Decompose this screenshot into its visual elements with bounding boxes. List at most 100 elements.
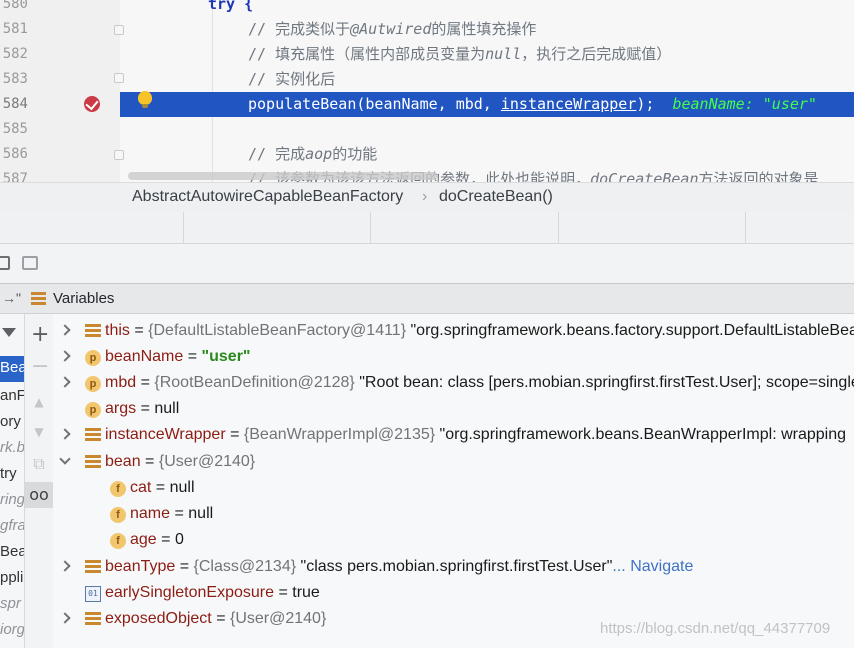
arrow-icon[interactable]: →"	[2, 290, 21, 306]
code-text: populateBean(beanName, mbd,	[248, 95, 501, 113]
navigate-link[interactable]: ... Navigate	[612, 558, 693, 575]
layout-icon[interactable]	[0, 256, 10, 270]
variable-value: null	[154, 400, 180, 417]
frame-item[interactable]: rk.b	[0, 439, 24, 456]
variable-name: beanName	[105, 348, 184, 365]
variable-type: {DefaultListableBeanFactory@1411}	[148, 322, 407, 339]
comment-text: // 实例化后	[248, 70, 336, 88]
variable-row-bean[interactable]: bean = {User@2140}	[53, 450, 854, 476]
filter-icon[interactable]	[2, 328, 16, 337]
glasses-icon[interactable]: oo	[25, 482, 53, 508]
variables-icon	[31, 292, 46, 306]
frame-item[interactable]: anFa	[0, 387, 24, 404]
variable-row-this[interactable]: this = {DefaultListableBeanFactory@1411}…	[53, 319, 854, 345]
inline-debug-hint: beanName: "user"	[672, 95, 817, 113]
expand-chevron-icon[interactable]	[59, 350, 71, 362]
code-line-581[interactable]: 581 // 完成类似于@Autwired的属性填充操作	[0, 17, 854, 42]
equals-sign: =	[187, 348, 198, 365]
comment-emphasis: doCreateBean	[590, 170, 699, 182]
variable-row-instanceWrapper[interactable]: instanceWrapper = {BeanWrapperImpl@2135}…	[53, 423, 854, 449]
parameter-icon: p	[85, 350, 101, 366]
equals-sign: =	[134, 322, 144, 339]
frame-item[interactable]: iorg	[0, 621, 24, 638]
comment-text: // 完成类似于	[248, 20, 351, 38]
expand-chevron-icon[interactable]	[59, 428, 71, 440]
expand-chevron-icon[interactable]	[59, 376, 71, 388]
lightbulb-icon[interactable]	[138, 91, 152, 108]
fold-marker[interactable]	[114, 25, 124, 35]
variable-row-args[interactable]: p args = null	[53, 397, 854, 423]
variable-name: mbd	[105, 374, 137, 391]
comment-text: 方法返回的对象是	[698, 170, 819, 182]
tab-divider	[183, 212, 184, 244]
variable-value: "class pers.mobian.springfirst.firstTest…	[300, 558, 613, 575]
move-up-button[interactable]: ▲	[31, 394, 47, 410]
variable-name: name	[130, 505, 171, 522]
variable-value: "Root bean: class [pers.mobian.springfir…	[359, 374, 854, 391]
line-number: 584	[0, 92, 120, 117]
expand-chevron-icon[interactable]	[59, 612, 71, 624]
fold-marker[interactable]	[114, 150, 124, 160]
variable-value: true	[292, 584, 320, 601]
horizontal-scrollbar[interactable]	[128, 172, 438, 180]
variable-row-beanName[interactable]: p beanName = "user"	[53, 345, 854, 371]
variable-row-name[interactable]: f name = null	[53, 502, 854, 528]
frames-panel[interactable]: Bea anFa ory rk.b try ring gfra Bean ppl…	[0, 314, 25, 648]
variable-value: null	[169, 479, 195, 496]
field-icon: f	[110, 481, 126, 497]
variable-row-beanType[interactable]: beanType = {Class@2134} "class pers.mobi…	[53, 555, 854, 581]
frame-item[interactable]: gfra	[0, 517, 24, 534]
expand-chevron-icon[interactable]	[59, 560, 71, 572]
settings-icon[interactable]	[22, 256, 38, 270]
code-line-585[interactable]: 585	[0, 117, 854, 142]
remove-watch-button[interactable]: −	[31, 356, 49, 378]
field-stack-icon	[85, 428, 101, 444]
variable-name: exposedObject	[105, 610, 212, 627]
code-text: try {	[208, 0, 254, 13]
field-stack-icon	[85, 324, 101, 340]
variable-name: beanType	[105, 558, 176, 575]
code-line-583[interactable]: 583 // 实例化后	[0, 67, 854, 92]
selected-frame[interactable]: Bea	[0, 356, 24, 382]
variable-row-age[interactable]: f age = 0	[53, 528, 854, 554]
variable-value: null	[188, 505, 214, 522]
variable-row-earlySingletonExposure[interactable]: 01 earlySingletonExposure = true	[53, 581, 854, 607]
collapse-chevron-icon[interactable]	[59, 453, 71, 465]
variable-row-cat[interactable]: f cat = null	[53, 476, 854, 502]
breakpoint-icon[interactable]	[84, 96, 100, 112]
copy-button[interactable]: ⧉	[31, 456, 47, 472]
code-line-580[interactable]: 580 try {	[0, 0, 854, 17]
variable-value: 0	[174, 531, 184, 548]
code-line-586[interactable]: 586 // 完成aop的功能	[0, 142, 854, 167]
variables-header: →" Variables	[0, 284, 854, 314]
variable-name: args	[105, 400, 137, 417]
expand-chevron-icon[interactable]	[59, 324, 71, 336]
code-identifier[interactable]: instanceWrapper	[501, 95, 636, 113]
code-editor[interactable]: 580 try { 581 // 完成类似于@Autwired的属性填充操作 5…	[0, 0, 854, 182]
frame-item[interactable]: spr	[0, 595, 21, 612]
variables-title: Variables	[53, 290, 115, 307]
variable-name: earlySingletonExposure	[105, 584, 274, 601]
breadcrumb-separator: ›	[422, 188, 428, 205]
equals-sign: =	[278, 584, 288, 601]
add-watch-button[interactable]: +	[31, 324, 49, 346]
frame-item[interactable]: ory	[0, 413, 21, 430]
current-execution-line[interactable]: 584 populateBean(beanName, mbd, instance…	[0, 92, 854, 117]
debug-toolbar	[0, 244, 854, 284]
fold-marker[interactable]	[114, 73, 124, 83]
move-down-button[interactable]: ▼	[31, 424, 47, 440]
variables-tree[interactable]: this = {DefaultListableBeanFactory@1411}…	[53, 314, 854, 648]
variable-row-mbd[interactable]: p mbd = {RootBeanDefinition@2128} "Root …	[53, 371, 854, 397]
frame-item[interactable]: try	[0, 465, 17, 482]
line-number: 583	[2, 71, 28, 87]
breadcrumb-method[interactable]: doCreateBean()	[439, 188, 553, 206]
variable-type: {User@2140}	[158, 453, 256, 470]
variable-name: bean	[105, 453, 141, 470]
code-line-582[interactable]: 582 // 填充属性（属性内部成员变量为null，执行之后完成赋值）	[0, 42, 854, 67]
frame-item[interactable]: Bean	[0, 543, 24, 560]
frame-item[interactable]: ring	[0, 491, 24, 508]
variable-type: {Class@2134}	[193, 558, 297, 575]
debug-tab-strip	[0, 212, 854, 244]
breadcrumb-class[interactable]: AbstractAutowireCapableBeanFactory	[132, 188, 403, 206]
frame-item[interactable]: ppli	[0, 569, 23, 586]
